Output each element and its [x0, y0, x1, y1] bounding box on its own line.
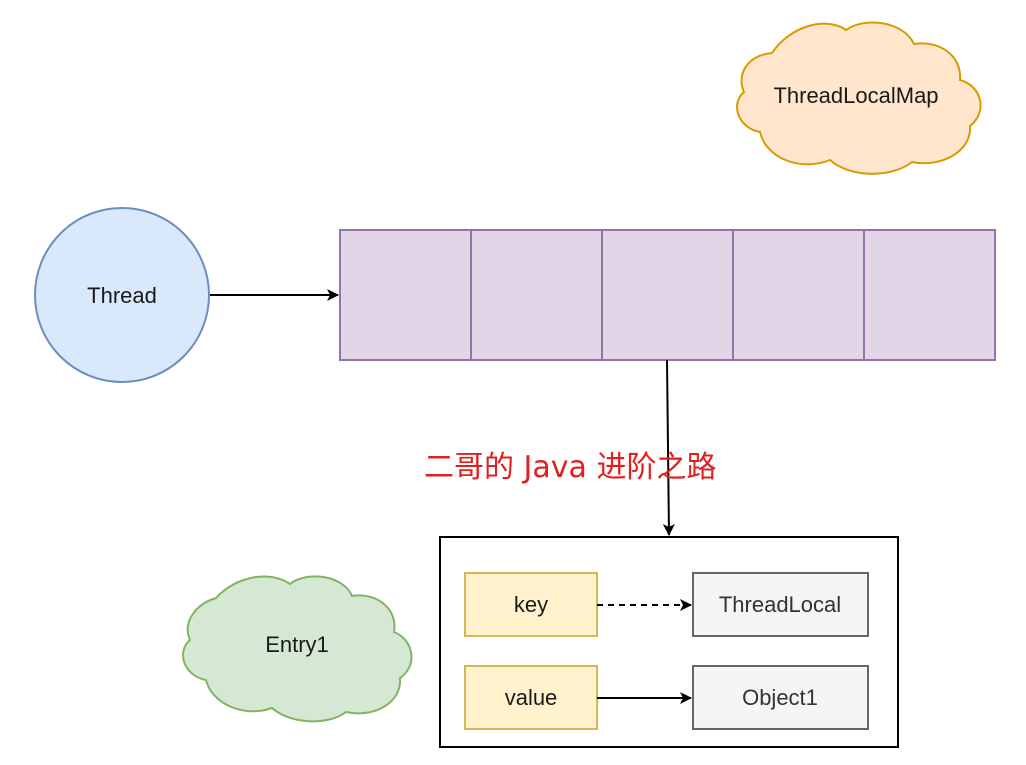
entry-value-field: value	[464, 665, 598, 730]
value-label: value	[505, 685, 558, 710]
object1-node: Object1	[692, 665, 869, 730]
map-slot	[863, 229, 996, 361]
map-slot	[470, 229, 603, 361]
map-slot	[732, 229, 865, 361]
entry1-label: Entry1	[265, 632, 329, 657]
object1-label: Object1	[742, 685, 818, 710]
thread-node: Thread	[34, 207, 210, 383]
threadlocal-diagram: ThreadLocalMap Thread 二哥的 Java 进阶之路 Entr…	[34, 21, 996, 748]
threadlocalmap-label: ThreadLocalMap	[773, 83, 938, 108]
entry1-cloud: Entry1	[182, 575, 413, 723]
slot-to-entry-arrow	[662, 359, 675, 536]
entry-key-field: key	[464, 572, 598, 637]
map-array	[339, 229, 996, 361]
key-label: key	[514, 592, 548, 617]
threadlocal-label: ThreadLocal	[719, 592, 841, 617]
threadlocalmap-cloud: ThreadLocalMap	[736, 21, 982, 175]
thread-label: Thread	[87, 283, 157, 308]
map-slot	[601, 229, 734, 361]
map-slot	[339, 229, 472, 361]
threadlocal-node: ThreadLocal	[692, 572, 869, 637]
watermark-text: 二哥的 Java 进阶之路	[424, 450, 716, 485]
